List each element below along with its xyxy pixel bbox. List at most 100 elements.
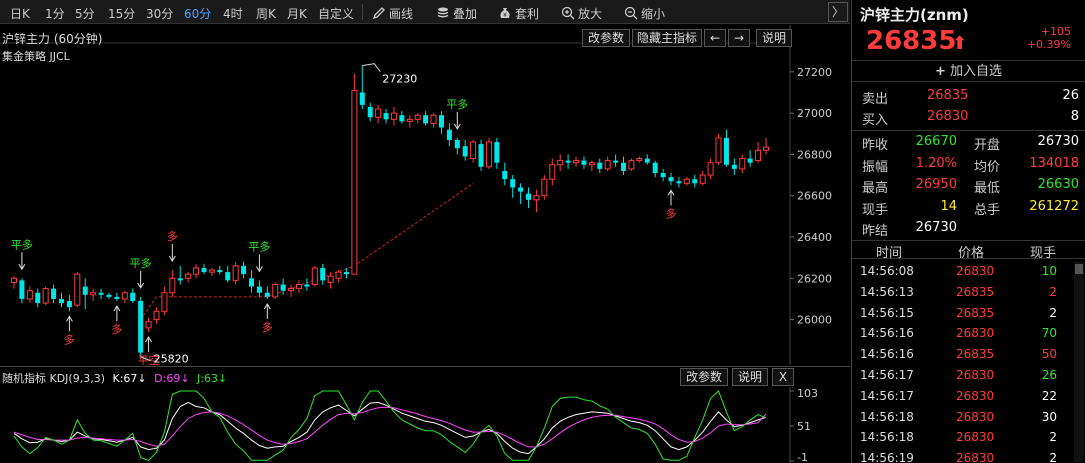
arbitrage-button[interactable]: ¥ 套利 [498,5,539,22]
candle-body [644,158,650,163]
kdj-close-button[interactable]: X [772,368,794,386]
kline-panel[interactable]: 26000 26200 26400 26600 26800 27000 27200 平多多多平… [0,25,850,365]
kdj-chart[interactable]: 103 51 -1 [0,387,850,463]
zoom-in-button[interactable]: 放大 [561,5,602,22]
kdj-y-tick-label: 51 [797,420,811,433]
zoom-out-button[interactable]: 缩小 [624,5,665,22]
trade-price: 26830 [956,409,995,424]
period-tab-custom[interactable]: 自定义 [318,5,354,22]
period-tab-daily[interactable]: 日K [10,5,30,22]
stat-label: 最高 [862,181,889,196]
period-tab-30min[interactable]: 30分 [146,5,173,22]
trade-row: 14:56:19 26830 2 [852,448,1085,463]
trade-time: 14:56:18 [860,409,914,424]
period-tab-monthly[interactable]: 月K [287,5,307,22]
candle-body [35,292,41,304]
period-tab-weekly[interactable]: 周K [256,5,276,22]
chevron-right-icon[interactable]: 〉 [828,2,848,22]
candle-body [232,265,239,281]
candle-body [604,160,611,170]
stat-row: 现手 14 总手 261272 [852,197,1085,218]
trades-price-header: 价格 [958,246,985,261]
trade-time: 14:56:16 [860,347,914,362]
period-tab-4h[interactable]: 4时 [223,5,243,22]
change-params-button[interactable]: 改参数 [582,29,630,47]
candle-body [66,301,72,308]
money-bag-icon: ¥ [500,8,510,19]
stat-row: 昨结 26730 [852,218,1085,239]
candle-body [573,160,580,164]
candle-body [399,115,405,122]
stat-value: 26950 [915,177,957,192]
trade-row: 14:56:16 26830 70 [852,323,1085,344]
candle-body [526,193,532,200]
candle-body [763,146,769,151]
candle-body [26,290,33,300]
stat-value: 14 [940,198,957,214]
trade-volume: 26 [1041,368,1057,382]
candle-body [359,92,365,105]
stat-value: 26670 [915,134,957,149]
candle-body [383,113,389,120]
stat-label: 总手 [974,202,1001,218]
candle-body [367,106,373,118]
stat-label: 开盘 [974,138,1001,153]
help-button[interactable]: 说明 [756,29,792,47]
kdj-y-tick-label: -1 [797,451,808,463]
candle-body [280,284,286,291]
signal-label: 平多 [446,97,468,111]
candle-body [225,272,231,281]
trades-time-header: 时间 [876,246,903,261]
candle-body [19,280,25,299]
candle-body [304,284,310,287]
high-price-label: 27230 [382,73,417,86]
candle-body [588,162,595,166]
signal-label: 多 [64,332,75,346]
arrow-left-icon[interactable]: ← [704,29,726,47]
trade-price: 26830 [956,388,995,403]
kdj-name: 随机指标 KDJ(9,3,3) [2,372,105,385]
period-tab-5min[interactable]: 5分 [75,5,95,22]
period-tab-60min[interactable]: 60分 [184,5,211,22]
pencil-icon [372,7,385,20]
kdj-y-tick-label: 103 [797,387,818,400]
candle-body [42,288,49,304]
signal-label: 多 [111,322,122,336]
stat-label: 均价 [974,159,1001,175]
arrow-right-icon[interactable]: → [728,29,750,47]
kdj-params-button[interactable]: 改参数 [680,368,728,386]
trade-row: 14:56:17 26830 22 [852,386,1085,407]
scrollbar-thumb[interactable] [1075,264,1083,274]
kdj-help-button[interactable]: 说明 [732,368,768,386]
chart-title: 沪锌主力 (60分钟) [2,32,103,46]
candle-body [161,292,168,312]
hide-indicator-button[interactable]: 隐藏主指标 [632,29,702,47]
trades-scrollbar[interactable] [1074,262,1084,462]
candle-body [755,149,762,162]
period-tab-15min[interactable]: 15分 [108,5,135,22]
add-watchlist-button[interactable]: + 加入自选 [852,60,1085,82]
candle-body [145,321,152,329]
strategy-label: 集金策略 JJCL [2,50,70,63]
trade-time: 14:56:18 [860,430,914,445]
draw-line-button[interactable]: 画线 [372,5,413,22]
candle-body [533,195,540,201]
candle-body [153,310,160,321]
trade-price: 26830 [956,430,995,445]
candle-body [414,114,421,120]
kline-chart[interactable]: 26000262002640026600268002700027200平多多多平… [0,25,850,365]
trade-time: 14:56:13 [860,284,914,299]
symbol-name: 沪锌主力(znm) [860,6,969,24]
period-tab-1min[interactable]: 1分 [45,5,65,22]
zoom-out-icon [624,6,638,20]
trade-time: 14:56:08 [860,264,914,278]
trade-price: 26835 [956,284,995,299]
stat-value: 261272 [1029,198,1079,214]
trade-price: 26835 [956,305,995,320]
candle-body [502,170,508,180]
candle-body [58,298,64,304]
trade-price: 26830 [956,264,995,278]
stat-label: 昨结 [862,224,889,239]
overlay-button[interactable]: 叠加 [436,5,477,22]
svg-text:¥: ¥ [503,12,507,19]
